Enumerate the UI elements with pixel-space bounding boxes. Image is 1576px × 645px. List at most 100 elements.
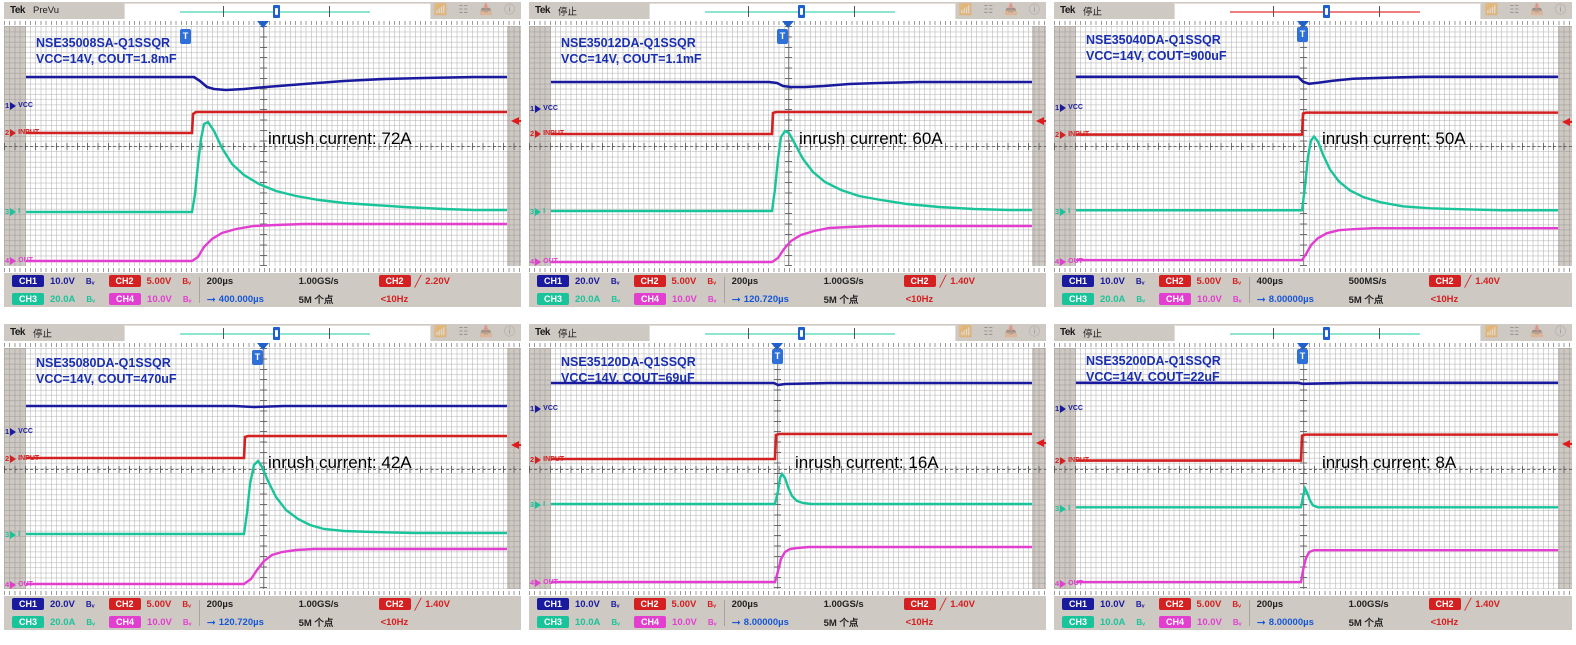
network-icon[interactable]: ☷ — [983, 3, 993, 17]
channel-tag-ch4[interactable]: 4 OUT — [5, 580, 33, 589]
overview-trigger-marker[interactable] — [1323, 327, 1330, 340]
channel-tag-ch2[interactable]: 2 INPUT — [530, 129, 564, 138]
ch2-trigger-level-marker[interactable] — [511, 117, 521, 125]
save-icon[interactable]: 📥 — [1530, 325, 1544, 339]
save-icon[interactable]: 📥 — [479, 325, 493, 339]
ch3-badge[interactable]: CH3 — [12, 616, 44, 628]
ch1-badge[interactable]: CH1 — [537, 598, 569, 610]
trigger-level-value[interactable]: 1.40V — [425, 599, 450, 610]
overview-trigger-marker[interactable] — [273, 327, 280, 340]
channel-tag-ch1[interactable]: 1 VCC — [5, 427, 33, 436]
ch2-trigger-level-marker[interactable] — [1036, 117, 1046, 125]
toolbar-icon-group[interactable]: 📶 ☷ 📥 ⓘ — [1485, 3, 1566, 17]
delay-value[interactable]: 8.00000µs — [1269, 617, 1314, 628]
trigger-slope-icon[interactable]: ╱ — [1465, 598, 1472, 611]
channel-tag-ch3[interactable]: 3 I — [1055, 207, 1070, 216]
trigger-level-value[interactable]: 2.20V — [425, 276, 450, 287]
toolbar-icon-group[interactable]: 📶 ☷ 📥 ⓘ — [959, 325, 1040, 339]
ch4-badge[interactable]: CH4 — [109, 616, 142, 628]
ch2-trigger-level-marker[interactable] — [1562, 440, 1572, 448]
channel-tag-ch4[interactable]: 4 OUT — [530, 257, 558, 266]
channel-tag-ch4[interactable]: 4 OUT — [1055, 257, 1083, 266]
channel-tag-ch1[interactable]: 1 VCC — [1055, 103, 1083, 112]
channel-tag-ch3[interactable]: 3 I — [5, 530, 20, 539]
trigger-level-value[interactable]: 1.40V — [1475, 599, 1500, 610]
wifi-icon[interactable]: 📶 — [1485, 325, 1499, 339]
timebase-value[interactable]: 400µs — [1257, 276, 1284, 287]
delay-value[interactable]: 8.00000µs — [744, 617, 789, 628]
help-icon[interactable]: ⓘ — [1555, 3, 1566, 17]
channel-tag-ch4[interactable]: 4 OUT — [1055, 579, 1083, 588]
toolbar-icon-group[interactable]: 📶 ☷ 📥 ⓘ — [959, 3, 1040, 17]
channel-tag-ch1[interactable]: 1 VCC — [530, 404, 558, 413]
trigger-slope-icon[interactable]: ╱ — [415, 598, 422, 611]
channel-tag-ch1[interactable]: 1 VCC — [530, 104, 558, 113]
ch2-badge[interactable]: CH2 — [1158, 275, 1191, 287]
help-icon[interactable]: ⓘ — [504, 325, 515, 339]
channel-tag-ch3[interactable]: 3 I — [530, 500, 545, 509]
wifi-icon[interactable]: 📶 — [1485, 3, 1499, 17]
save-icon[interactable]: 📥 — [1004, 325, 1018, 339]
trigger-source-badge[interactable]: CH2 — [903, 275, 936, 287]
acquisition-status[interactable]: 停止 — [558, 4, 577, 18]
graticule-area[interactable]: NSE35012DA-Q1SSQR VCC=14V, COUT=1.1mF 1 … — [529, 19, 1046, 273]
timebase-value[interactable]: 200µs — [1257, 599, 1284, 610]
timebase-value[interactable]: 200µs — [207, 276, 234, 287]
ch2-badge[interactable]: CH2 — [108, 598, 141, 610]
trigger-slope-icon[interactable]: ╱ — [940, 275, 947, 288]
timebase-value[interactable]: 200µs — [732, 599, 759, 610]
save-icon[interactable]: 📥 — [479, 3, 493, 17]
waveform-overview[interactable] — [124, 325, 431, 342]
network-icon[interactable]: ☷ — [1509, 3, 1519, 17]
delay-value[interactable]: 400.000µs — [219, 294, 264, 305]
overview-trigger-marker[interactable] — [798, 5, 805, 18]
graticule-area[interactable]: NSE35008SA-Q1SSQR VCC=14V, COUT=1.8mF 1 … — [4, 19, 521, 273]
timebase-value[interactable]: 200µs — [207, 599, 234, 610]
network-icon[interactable]: ☷ — [458, 325, 468, 339]
trigger-slope-icon[interactable]: ╱ — [1465, 275, 1472, 288]
channel-tag-ch2[interactable]: 2 INPUT — [530, 455, 564, 464]
channel-tag-ch1[interactable]: 1 VCC — [5, 101, 33, 110]
ch4-badge[interactable]: CH4 — [109, 293, 142, 305]
trigger-source-badge[interactable]: CH2 — [903, 598, 936, 610]
help-icon[interactable]: ⓘ — [1029, 3, 1040, 17]
graticule-area[interactable]: NSE35040DA-Q1SSQR VCC=14V, COUT=900uF 1 … — [1054, 19, 1572, 273]
waveform-overview[interactable] — [124, 3, 431, 20]
help-icon[interactable]: ⓘ — [504, 3, 515, 17]
waveform-overview[interactable] — [649, 3, 956, 20]
graticule-area[interactable]: NSE35200DA-Q1SSQR VCC=14V, COUT=22uF 1 V… — [1054, 341, 1572, 596]
ch1-badge[interactable]: CH1 — [12, 598, 44, 610]
ch3-badge[interactable]: CH3 — [1062, 616, 1094, 628]
ch4-badge[interactable]: CH4 — [634, 616, 667, 628]
acquisition-status[interactable]: 停止 — [1083, 326, 1102, 340]
timebase-value[interactable]: 200µs — [732, 276, 759, 287]
overview-trigger-marker[interactable] — [798, 327, 805, 340]
delay-value[interactable]: 120.720µs — [219, 617, 264, 628]
channel-tag-ch3[interactable]: 3 I — [1055, 504, 1070, 513]
acquisition-status[interactable]: PreVu — [33, 5, 59, 16]
channel-tag-ch3[interactable]: 3 I — [5, 207, 20, 216]
ch4-badge[interactable]: CH4 — [634, 293, 667, 305]
waveform-overview[interactable] — [1174, 325, 1481, 342]
channel-tag-ch4[interactable]: 4 OUT — [530, 578, 558, 587]
acquisition-status[interactable]: 停止 — [33, 326, 52, 340]
network-icon[interactable]: ☷ — [983, 325, 993, 339]
channel-tag-ch2[interactable]: 2 INPUT — [1055, 130, 1089, 139]
channel-tag-ch4[interactable]: 4 OUT — [5, 256, 33, 265]
overview-trigger-marker[interactable] — [273, 5, 280, 18]
trigger-slope-icon[interactable]: ╱ — [940, 598, 947, 611]
ch4-badge[interactable]: CH4 — [1159, 616, 1192, 628]
ch2-badge[interactable]: CH2 — [633, 598, 666, 610]
graticule-area[interactable]: NSE35080DA-Q1SSQR VCC=14V, COUT=470uF 1 … — [4, 341, 521, 596]
toolbar-icon-group[interactable]: 📶 ☷ 📥 ⓘ — [434, 325, 515, 339]
ch4-badge[interactable]: CH4 — [1159, 293, 1192, 305]
channel-tag-ch2[interactable]: 2 INPUT — [1055, 456, 1089, 465]
trigger-slope-icon[interactable]: ╱ — [415, 275, 422, 288]
ch3-badge[interactable]: CH3 — [12, 293, 44, 305]
save-icon[interactable]: 📥 — [1530, 3, 1544, 17]
channel-tag-ch2[interactable]: 2 INPUT — [5, 128, 39, 137]
graticule-area[interactable]: NSE35120DA-Q1SSQR VCC=14V, COUT=69uF 1 V… — [529, 341, 1046, 596]
channel-tag-ch1[interactable]: 1 VCC — [1055, 404, 1083, 413]
ch1-badge[interactable]: CH1 — [1062, 598, 1094, 610]
network-icon[interactable]: ☷ — [458, 3, 468, 17]
